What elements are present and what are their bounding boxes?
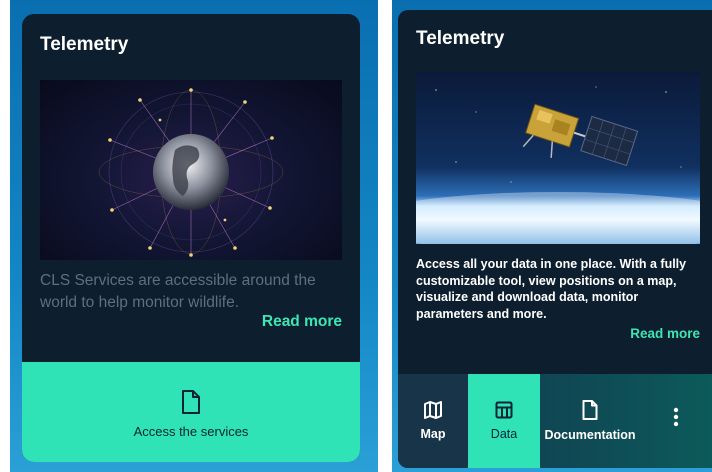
tab-documentation[interactable]: Documentation (540, 374, 640, 468)
access-services-label: Access the services (133, 423, 249, 439)
tab-map-label: Map (420, 427, 446, 441)
card-title: Telemetry (416, 28, 505, 49)
satellite-image (416, 72, 700, 244)
telemetry-card-left: Telemetry CLS Services are accessible ar… (22, 14, 360, 462)
card-description: CLS Services are accessible around the w… (40, 272, 316, 311)
tab-data[interactable]: Data (468, 374, 540, 468)
globe-network-image (40, 80, 342, 260)
card-description: Access all your data in one place. With … (416, 257, 687, 321)
more-options-button[interactable] (640, 374, 712, 468)
telemetry-card-right: Telemetry Access all your data in one pl… (398, 10, 712, 468)
card-title: Telemetry (40, 34, 129, 55)
table-icon (495, 401, 513, 419)
read-more-link[interactable]: Read more (630, 326, 700, 341)
tab-map[interactable]: Map (398, 374, 468, 468)
map-icon (424, 401, 442, 419)
more-vertical-icon (673, 407, 679, 427)
document-icon (182, 389, 200, 414)
access-services-button[interactable]: Access the services (22, 362, 360, 462)
right-panel: Telemetry Access all your data in one pl… (392, 0, 712, 472)
tab-documentation-label: Documentation (544, 428, 636, 442)
document-icon (582, 400, 598, 420)
card-tab-bar: Map Data Documentation (398, 374, 712, 468)
left-panel: Telemetry CLS Services are accessible ar… (10, 0, 378, 472)
tab-data-label: Data (490, 427, 518, 441)
read-more-link[interactable]: Read more (262, 313, 342, 331)
